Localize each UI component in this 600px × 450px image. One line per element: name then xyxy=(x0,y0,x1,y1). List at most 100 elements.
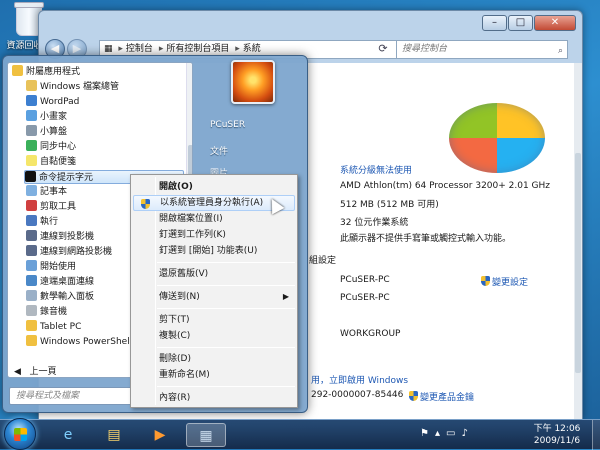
change-product-key-link[interactable]: 變更產品金鑰 xyxy=(409,390,474,403)
flag-icon[interactable]: ⚑ xyxy=(420,428,435,439)
search-input[interactable]: 搜尋控制台 ⌕ xyxy=(396,40,568,59)
system-type-value: 32 位元作業系統 xyxy=(340,218,409,228)
rating-link[interactable]: 系統分級無法使用 xyxy=(340,163,412,176)
menu-separator xyxy=(157,308,295,309)
clock-time: 下午 12:06 xyxy=(533,424,581,434)
snipping-icon xyxy=(26,200,37,211)
program-label: 附屬應用程式 xyxy=(26,67,81,77)
menu-item-cut[interactable]: 剪下(T) xyxy=(133,312,295,328)
start-search-placeholder: 搜尋程式及檔案 xyxy=(16,391,80,401)
network-icon[interactable]: ▭ xyxy=(446,428,461,439)
window-scrollbar[interactable] xyxy=(574,63,582,419)
control-panel-icon: ▦ xyxy=(104,44,113,54)
program-item[interactable]: 小畫家 xyxy=(26,110,192,124)
console-icon xyxy=(25,171,36,182)
file-explorer-icon[interactable]: ▤ xyxy=(94,423,134,447)
minimize-button[interactable]: – xyxy=(482,15,507,31)
program-item[interactable]: Windows 檔案總管 xyxy=(26,80,192,94)
program-label: 連線到網路投影機 xyxy=(40,247,113,257)
program-label: Tablet PC xyxy=(40,322,82,332)
menu-separator xyxy=(157,262,295,263)
breadcrumb-item[interactable]: 控制台 xyxy=(126,44,153,54)
menu-item-restore-versions[interactable]: 還原舊版(V) xyxy=(133,266,295,282)
program-label: 小畫家 xyxy=(40,112,68,122)
show-desktop-button[interactable] xyxy=(592,420,600,450)
program-label: 命令提示字元 xyxy=(39,173,94,183)
menu-item-open[interactable]: 開啟(O) xyxy=(133,179,295,195)
menu-item-properties[interactable]: 內容(R) xyxy=(133,390,295,406)
internet-explorer-icon[interactable]: e xyxy=(48,423,88,447)
menu-item-pin-start[interactable]: 釘選到 [開始] 功能表(U) xyxy=(133,243,295,259)
math-input-icon xyxy=(26,290,37,301)
explorer-icon xyxy=(26,80,37,91)
run-icon xyxy=(26,215,37,226)
breadcrumb-item[interactable]: 系統 xyxy=(243,44,261,54)
windows-logo-icon xyxy=(14,428,27,441)
program-folder-accessories[interactable]: 附屬應用程式 xyxy=(12,65,182,79)
program-label: 開始使用 xyxy=(40,262,77,272)
clock-date: 2009/11/6 xyxy=(533,436,581,446)
windows-logo-icon xyxy=(449,103,545,173)
menu-item-send-to[interactable]: 傳送到(N) ▶ xyxy=(133,289,295,305)
taskbar: e ▤ ▶ ▦ ⚑▴▭♪ 下午 12:06 2009/11/6 xyxy=(0,418,600,450)
submenu-arrow-icon: ▶ xyxy=(282,292,289,301)
menu-separator xyxy=(157,285,295,286)
menu-item-copy[interactable]: 複製(C) xyxy=(133,328,295,344)
full-computer-name-value: PCuSER-PC xyxy=(340,293,390,303)
arrow-left-icon: ◀ xyxy=(14,367,21,377)
remote-desktop-icon xyxy=(26,275,37,286)
close-button[interactable]: ✕ xyxy=(534,15,576,31)
sync-icon xyxy=(26,140,37,151)
maximize-button[interactable]: □ xyxy=(508,15,533,31)
program-item[interactable]: 同步中心 xyxy=(26,140,192,154)
program-item[interactable]: WordPad xyxy=(26,95,192,109)
program-item[interactable]: 小算盤 xyxy=(26,125,192,139)
program-label: 小算盤 xyxy=(40,127,68,137)
sticky-notes-icon xyxy=(26,155,37,166)
user-name-link[interactable]: PCuSER xyxy=(210,120,245,130)
back-button[interactable]: ◀ 上一頁 xyxy=(14,365,57,377)
menu-item-pin-taskbar[interactable]: 釘選到工作列(K) xyxy=(133,227,295,243)
search-icon: ⌕ xyxy=(557,46,563,56)
search-placeholder: 搜尋控制台 xyxy=(402,44,448,54)
network-projector-icon xyxy=(26,245,37,256)
program-item[interactable]: 自黏便箋 xyxy=(26,155,192,169)
breadcrumb-item[interactable]: 所有控制台項目 xyxy=(166,44,229,54)
program-label: WordPad xyxy=(40,97,80,107)
volume-icon[interactable]: ♪ xyxy=(461,428,473,439)
back-label: 上一頁 xyxy=(29,367,57,377)
clock[interactable]: 下午 12:06 2009/11/6 xyxy=(528,423,586,447)
program-label: 記事本 xyxy=(40,187,68,197)
recorder-icon xyxy=(26,305,37,316)
menu-separator xyxy=(157,386,295,387)
control-panel-taskbar-icon[interactable]: ▦ xyxy=(186,423,226,447)
settings-heading: 組設定 xyxy=(309,256,337,266)
computer-name-value: PCuSER-PC xyxy=(340,275,390,285)
documents-link[interactable]: 文件 xyxy=(210,144,228,157)
activate-link[interactable]: 用，立即啟用 Windows xyxy=(311,373,408,386)
show-hidden-icon[interactable]: ▴ xyxy=(435,428,446,439)
menu-item-rename[interactable]: 重新命名(M) xyxy=(133,367,295,383)
notepad-icon xyxy=(26,185,37,196)
scroll-thumb[interactable] xyxy=(575,153,581,373)
workgroup-value: WORKGROUP xyxy=(340,329,401,339)
memory-value: 512 MB (512 MB 可用) xyxy=(340,200,439,210)
program-label: Windows 檔案總管 xyxy=(40,82,120,92)
program-label: 數學輸入面板 xyxy=(40,292,95,302)
program-label: 執行 xyxy=(40,217,59,227)
folder-icon xyxy=(12,65,23,76)
start-button[interactable] xyxy=(4,418,36,450)
window-controls: – □ ✕ xyxy=(482,15,576,31)
shield-icon xyxy=(409,391,418,401)
wordpad-icon xyxy=(26,95,37,106)
change-settings-link[interactable]: 變更設定 xyxy=(481,275,528,288)
media-player-icon[interactable]: ▶ xyxy=(140,423,180,447)
shield-icon xyxy=(141,199,150,209)
menu-item-label: 以系統管理員身分執行(A) xyxy=(160,198,264,208)
refresh-icon[interactable]: ⟳ xyxy=(375,40,391,59)
program-label: 同步中心 xyxy=(40,142,77,152)
program-label: 剪取工具 xyxy=(40,202,77,212)
menu-item-delete[interactable]: 刪除(D) xyxy=(133,351,295,367)
user-avatar[interactable] xyxy=(231,60,275,104)
folder-icon xyxy=(26,320,37,331)
